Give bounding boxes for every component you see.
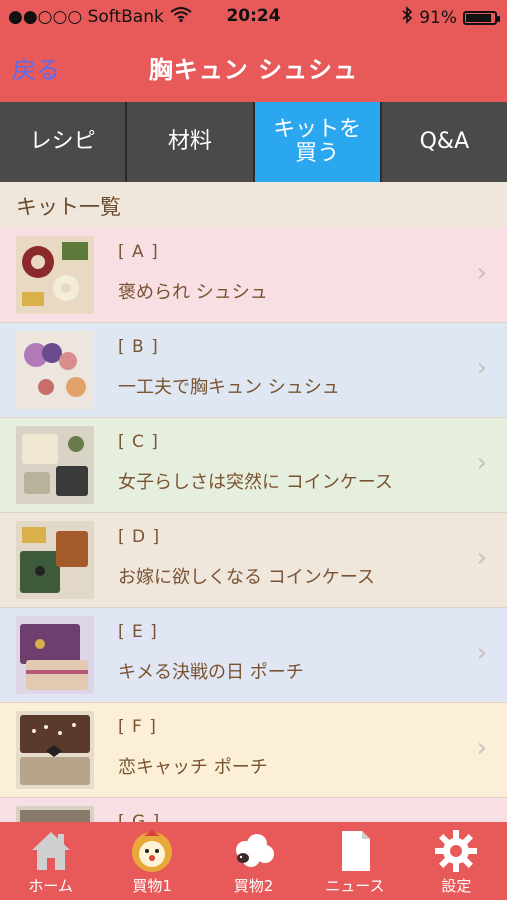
kit-name: 女子らしさは突然に コインケース xyxy=(118,472,393,493)
chevron-right-icon: › xyxy=(476,733,487,763)
tabbar-label: 買物1 xyxy=(132,877,172,895)
list-item-kit-b[interactable]: [ B ] 一工夫で胸キュン シュシュ › xyxy=(0,323,507,418)
home-icon xyxy=(28,828,74,874)
list-item-kit-a[interactable]: [ A ] 褒められ シュシュ › xyxy=(0,228,507,323)
kit-c-thumbnail xyxy=(16,426,94,504)
kit-list: [ A ] 褒められ シュシュ › [ B ] 一工夫で胸キュン シュシュ › xyxy=(0,228,507,893)
kit-b-thumbnail xyxy=(16,331,94,409)
tab-recipe[interactable]: レシピ xyxy=(0,102,128,182)
chevron-right-icon: › xyxy=(476,448,487,478)
tab-buy-kit-label: キットを買う xyxy=(273,116,362,166)
status-right: 91% xyxy=(401,6,500,29)
navigation-bar: 戻る 胸キュン シュシュ xyxy=(0,32,507,102)
kit-d-thumbnail xyxy=(16,521,94,599)
battery-percent: 91% xyxy=(419,7,457,28)
tabbar-item-settings[interactable]: 設定 xyxy=(406,822,507,900)
tabbar-item-home[interactable]: ホーム xyxy=(0,822,101,900)
kit-code: [ D ] xyxy=(118,527,161,547)
tabbar-item-shop2[interactable]: 買物2 xyxy=(203,822,304,900)
section-title: キット一覧 xyxy=(16,195,121,219)
kit-a-thumbnail xyxy=(16,236,94,314)
chevron-right-icon: › xyxy=(476,543,487,573)
kit-e-thumbnail xyxy=(16,616,94,694)
kit-name: キメる決戦の日 ポーチ xyxy=(118,662,304,683)
bluetooth-icon xyxy=(401,6,413,29)
tabbar-item-shop1[interactable]: 買物1 xyxy=(101,822,202,900)
list-item-kit-d[interactable]: [ D ] お嫁に欲しくなる コインケース › xyxy=(0,513,507,608)
status-bar: ●●○○○ SoftBank 20:24 91% xyxy=(0,0,507,32)
battery-fill xyxy=(466,13,491,22)
chevron-right-icon: › xyxy=(476,638,487,668)
list-item-kit-f[interactable]: [ F ] 恋キャッチ ポーチ › xyxy=(0,703,507,798)
tabbar-label: 設定 xyxy=(441,877,472,895)
tabbar-item-news[interactable]: ニュース xyxy=(304,822,405,900)
kit-code: [ F ] xyxy=(118,717,157,737)
section-header: キット一覧 xyxy=(0,182,507,228)
kit-name: 褒められ シュシュ xyxy=(118,282,268,303)
gear-icon xyxy=(433,828,479,874)
kit-name: 恋キャッチ ポーチ xyxy=(118,757,268,778)
tabbar-label: ニュース xyxy=(325,877,385,895)
chevron-right-icon: › xyxy=(476,353,487,383)
bottom-tab-bar: ホーム 買物1 買物2 ニュース 設定 xyxy=(0,822,507,900)
kit-code: [ E ] xyxy=(118,622,158,642)
document-icon xyxy=(332,828,378,874)
kit-code: [ A ] xyxy=(118,242,159,262)
sheep-icon xyxy=(231,828,277,874)
kit-code: [ B ] xyxy=(118,337,159,357)
tabbar-label: 買物2 xyxy=(233,877,274,895)
tab-buy-kit[interactable]: キットを買う xyxy=(254,102,382,182)
kit-name: 一工夫で胸キュン シュシュ xyxy=(118,377,340,398)
battery-icon xyxy=(463,10,500,25)
list-item-kit-e[interactable]: [ E ] キメる決戦の日 ポーチ › xyxy=(0,608,507,703)
lion-icon xyxy=(129,828,175,874)
kit-f-thumbnail xyxy=(16,711,94,789)
kit-code: [ C ] xyxy=(118,432,159,452)
list-item-kit-c[interactable]: [ C ] 女子らしさは突然に コインケース › xyxy=(0,418,507,513)
tab-qa[interactable]: Q&A xyxy=(381,102,507,182)
tabbar-label: ホーム xyxy=(28,877,73,895)
page-title: 胸キュン シュシュ xyxy=(148,56,359,84)
kit-name: お嫁に欲しくなる コインケース xyxy=(118,567,375,588)
segment-tabs: レシピ 材料 キットを買う Q&A xyxy=(0,102,507,182)
chevron-right-icon: › xyxy=(476,258,487,288)
tab-materials[interactable]: 材料 xyxy=(127,102,255,182)
